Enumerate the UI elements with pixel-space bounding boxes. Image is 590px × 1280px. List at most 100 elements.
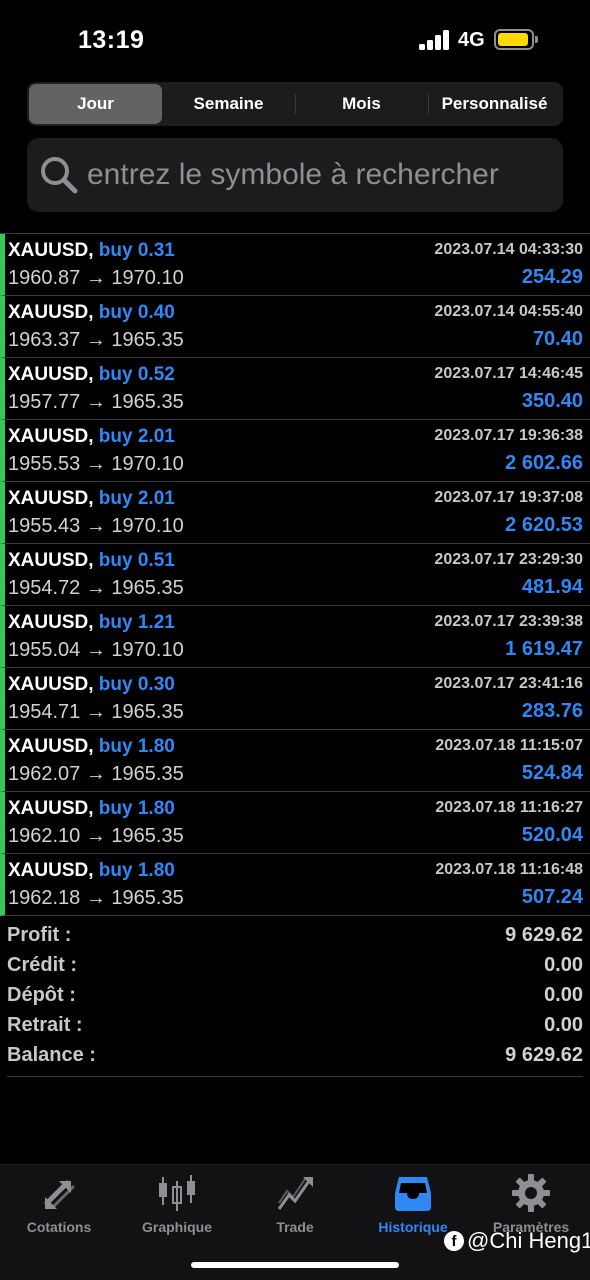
trade-row[interactable]: XAUUSD, buy 2.01 1955.43 → 1970.10 2023.07… bbox=[0, 482, 590, 544]
trade-profit: 481.94 bbox=[521, 576, 583, 598]
trade-symbol: XAUUSD, buy 1.21 bbox=[8, 612, 175, 634]
trade-row[interactable]: XAUUSD, buy 0.30 1954.71 → 1965.35 2023.07… bbox=[0, 668, 590, 730]
summary-label: Dépôt : bbox=[7, 983, 76, 1006]
trade-symbol: XAUUSD, buy 0.51 bbox=[8, 550, 175, 572]
trade-profit: 524.84 bbox=[521, 762, 583, 784]
trade-symbol: XAUUSD, buy 1.80 bbox=[8, 798, 175, 820]
arrow-right-icon: → bbox=[85, 701, 106, 723]
open-price: 1955.43 bbox=[8, 515, 81, 537]
close-price: 1965.35 bbox=[111, 391, 184, 413]
trade-datetime: 2023.07.17 23:39:38 bbox=[434, 613, 583, 630]
trade-datetime: 2023.07.17 19:36:38 bbox=[434, 427, 583, 444]
period-segmented-control: Jour Semaine Mois Personnalisé bbox=[27, 82, 563, 126]
tab-cotations-label: Cotations bbox=[26, 1219, 92, 1235]
open-price: 1954.71 bbox=[8, 701, 81, 723]
tab-trade-label: Trade bbox=[276, 1219, 314, 1235]
trade-symbol: XAUUSD, buy 2.01 bbox=[8, 426, 175, 448]
summary-row: Retrait : 0.00 bbox=[7, 1010, 583, 1040]
status-time: 13:19 bbox=[78, 26, 145, 54]
summary-label: Crédit : bbox=[7, 953, 77, 976]
close-price: 1965.35 bbox=[111, 701, 184, 723]
trade-prices: 1955.43 → 1970.10 bbox=[8, 515, 184, 538]
summary-value: 0.00 bbox=[544, 953, 583, 976]
close-price: 1965.35 bbox=[111, 329, 184, 351]
open-price: 1962.07 bbox=[8, 763, 81, 785]
symbol-text: XAUUSD, bbox=[8, 364, 94, 385]
close-price: 1965.35 bbox=[111, 577, 184, 599]
arrow-right-icon: → bbox=[85, 267, 106, 289]
segment-custom[interactable]: Personnalisé bbox=[428, 84, 561, 124]
summary-value: 9 629.62 bbox=[505, 923, 583, 946]
arrow-right-icon: → bbox=[85, 329, 106, 351]
trade-side: buy 0.52 bbox=[98, 364, 175, 385]
status-bar: 13:19 4G bbox=[0, 0, 590, 80]
home-indicator bbox=[191, 1262, 399, 1268]
trade-row[interactable]: XAUUSD, buy 0.52 1957.77 → 1965.35 2023.07… bbox=[0, 358, 590, 420]
trade-profit: 2 602.66 bbox=[505, 452, 583, 474]
trade-side: buy 0.31 bbox=[98, 240, 175, 261]
trade-profit: 350.40 bbox=[521, 390, 583, 412]
open-price: 1960.87 bbox=[8, 267, 81, 289]
arrow-right-icon: → bbox=[85, 763, 106, 785]
trade-prices: 1963.37 → 1965.35 bbox=[8, 329, 184, 352]
summary-row: Balance : 9 629.62 bbox=[7, 1040, 583, 1070]
trade-profit: 70.40 bbox=[532, 328, 583, 350]
trade-prices: 1962.07 → 1965.35 bbox=[8, 763, 184, 786]
trade-row[interactable]: XAUUSD, buy 1.80 1962.10 → 1965.35 2023.07… bbox=[0, 792, 590, 854]
trade-row[interactable]: XAUUSD, buy 1.80 1962.18 → 1965.35 2023.07… bbox=[0, 854, 590, 916]
segment-month-label: Mois bbox=[342, 94, 381, 113]
facebook-icon: f bbox=[444, 1231, 464, 1251]
trade-side: buy 1.80 bbox=[98, 736, 175, 757]
account-summary: Profit : 9 629.62 Crédit : 0.00 Dépôt :0.00 R… bbox=[7, 920, 583, 1077]
trade-side: buy 0.30 bbox=[98, 674, 175, 695]
segment-day[interactable]: Jour bbox=[29, 84, 162, 124]
tab-trade[interactable]: Trade bbox=[236, 1173, 354, 1243]
gear-icon bbox=[512, 1174, 550, 1212]
trade-profit: 520.04 bbox=[521, 824, 583, 846]
close-price: 1970.10 bbox=[111, 515, 184, 537]
segment-week[interactable]: Semaine bbox=[162, 84, 295, 124]
open-price: 1955.04 bbox=[8, 639, 81, 661]
summary-label: Profit : bbox=[7, 923, 72, 946]
symbol-text: XAUUSD, bbox=[8, 240, 94, 261]
trade-row[interactable]: XAUUSD, buy 1.21 1955.04 → 1970.10 2023.07… bbox=[0, 606, 590, 668]
trade-datetime: 2023.07.18 11:16:48 bbox=[435, 861, 583, 878]
trade-row[interactable]: XAUUSD, buy 0.40 1963.37 → 1965.35 2023.07… bbox=[0, 296, 590, 358]
quotes-arrows-icon bbox=[44, 1180, 75, 1209]
trade-row[interactable]: XAUUSD, buy 0.31 1960.87 → 1970.10 2023.07… bbox=[0, 234, 590, 296]
symbol-text: XAUUSD, bbox=[8, 674, 94, 695]
trade-side: buy 1.80 bbox=[98, 798, 175, 819]
trade-row[interactable]: XAUUSD, buy 0.51 1954.72 → 1965.35 2023.07… bbox=[0, 544, 590, 606]
symbol-text: XAUUSD, bbox=[8, 736, 94, 757]
open-price: 1963.37 bbox=[8, 329, 81, 351]
trade-prices: 1955.53 → 1970.10 bbox=[8, 453, 184, 476]
trade-symbol: XAUUSD, buy 0.40 bbox=[8, 302, 175, 324]
trade-trend-icon bbox=[277, 1177, 313, 1210]
trade-datetime: 2023.07.17 23:41:16 bbox=[434, 675, 583, 692]
trade-datetime: 2023.07.17 14:46:45 bbox=[434, 365, 583, 382]
trade-side: buy 1.21 bbox=[98, 612, 175, 633]
trade-symbol: XAUUSD, buy 2.01 bbox=[8, 488, 175, 510]
summary-label: Balance : bbox=[7, 1043, 96, 1066]
summary-row: Dépôt : 0.00 bbox=[7, 980, 583, 1010]
symbol-text: XAUUSD, bbox=[8, 302, 94, 323]
network-type: 4G bbox=[458, 29, 485, 51]
trade-datetime: 2023.07.14 04:33:30 bbox=[434, 241, 583, 258]
segment-month[interactable]: Mois bbox=[295, 84, 428, 124]
tab-graphique-label: Graphique bbox=[141, 1219, 212, 1235]
close-price: 1970.10 bbox=[111, 267, 184, 289]
search-placeholder: entrez le symbole à rechercher bbox=[87, 158, 499, 191]
segment-custom-label: Personnalisé bbox=[441, 94, 548, 113]
symbol-search-field[interactable]: entrez le symbole à rechercher bbox=[27, 138, 563, 212]
cellular-signal-icon bbox=[419, 30, 451, 50]
summary-row: Profit : 9 629.62 bbox=[7, 920, 583, 950]
arrow-right-icon: → bbox=[85, 825, 106, 847]
trade-side: buy 0.51 bbox=[98, 550, 175, 571]
tab-cotations[interactable]: Cotations bbox=[0, 1173, 118, 1243]
trade-symbol: XAUUSD, buy 1.80 bbox=[8, 736, 175, 758]
tab-graphique[interactable]: Graphique bbox=[118, 1173, 236, 1243]
watermark-text: @Chi Heng1 bbox=[467, 1228, 590, 1253]
trade-profit: 254.29 bbox=[521, 266, 583, 288]
trade-row[interactable]: XAUUSD, buy 1.80 1962.07 → 1965.35 2023.07… bbox=[0, 730, 590, 792]
trade-row[interactable]: XAUUSD, buy 2.01 1955.53 → 1970.10 2023.07… bbox=[0, 420, 590, 482]
